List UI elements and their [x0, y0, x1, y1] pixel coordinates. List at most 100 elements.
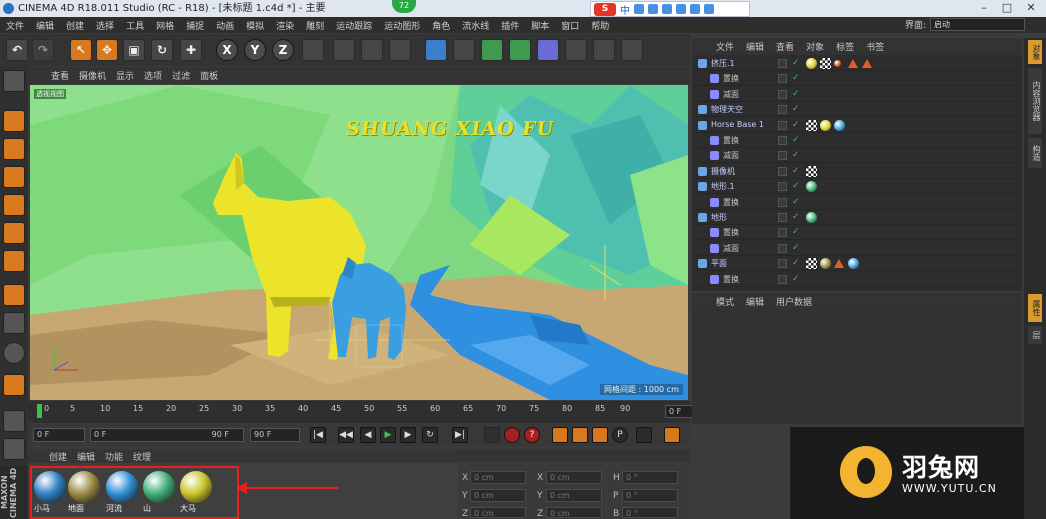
y-axis-lock-button[interactable]: Y: [244, 39, 266, 61]
menu-render[interactable]: 渲染: [270, 19, 300, 32]
menu-create[interactable]: 创建: [60, 19, 90, 32]
menu-snap[interactable]: 捕捉: [180, 19, 210, 32]
position-x-field[interactable]: 0 cm: [470, 471, 526, 484]
points-mode-button[interactable]: [3, 194, 25, 216]
texture-tag-icon[interactable]: [820, 58, 831, 69]
object-row[interactable]: 置换 ✓: [692, 71, 1017, 87]
visibility-toggle[interactable]: [778, 182, 787, 192]
cube-object-button[interactable]: [425, 39, 447, 61]
object-row[interactable]: 挤压.1 ✓: [692, 56, 1017, 71]
texture-tag-icon[interactable]: [806, 119, 817, 131]
object-row[interactable]: 置换 ✓: [692, 133, 1017, 148]
viewport-menu-display[interactable]: 显示: [111, 69, 139, 82]
attribute-menu-mode[interactable]: 模式: [710, 295, 740, 308]
phong-tag-icon[interactable]: [848, 59, 858, 68]
tab-attributes[interactable]: 属性: [1028, 294, 1042, 322]
texture-tag-icon[interactable]: [806, 165, 817, 177]
go-to-end-button[interactable]: ▶|: [452, 427, 468, 443]
rotation-p-field[interactable]: 0 °: [622, 489, 678, 502]
object-menu-tags[interactable]: 标签: [830, 40, 860, 53]
visibility-toggle[interactable]: [778, 197, 787, 207]
prev-frame-button[interactable]: ◀: [360, 427, 376, 443]
polygons-mode-button[interactable]: [3, 250, 25, 272]
playhead[interactable]: [37, 404, 42, 418]
ime-toolbar[interactable]: S 中: [590, 1, 750, 17]
object-menu-objects[interactable]: 对象: [800, 40, 830, 53]
minimize-button[interactable]: –: [973, 0, 995, 17]
edges-mode-button[interactable]: [3, 222, 25, 244]
key-position-button[interactable]: [552, 427, 568, 443]
texture-mode-button[interactable]: [3, 138, 25, 160]
visibility-toggle[interactable]: [778, 151, 787, 161]
next-frame-button[interactable]: ▶: [400, 427, 416, 443]
menu-select[interactable]: 选择: [90, 19, 120, 32]
maximize-button[interactable]: □: [996, 0, 1018, 17]
material-tag-icon[interactable]: [834, 119, 845, 131]
menu-animate[interactable]: 动画: [210, 19, 240, 32]
solo-button[interactable]: [3, 438, 25, 460]
object-row[interactable]: 减面 ✓: [692, 241, 1017, 256]
menu-plugins[interactable]: 插件: [495, 19, 525, 32]
enabled-check-icon[interactable]: ✓: [792, 243, 800, 253]
menu-edit[interactable]: 编辑: [30, 19, 60, 32]
rotation-h-field[interactable]: 0 °: [622, 471, 678, 484]
start-frame-field[interactable]: 0 F: [33, 428, 85, 442]
key-pla-button[interactable]: [636, 427, 652, 443]
object-row[interactable]: 摄像机 ✓: [692, 164, 1017, 179]
size-x-field[interactable]: 0 cm: [546, 471, 602, 484]
phong-tag-icon[interactable]: [862, 59, 872, 68]
visibility-toggle[interactable]: [778, 274, 787, 284]
key-scale-button[interactable]: [572, 427, 588, 443]
menu-mograph[interactable]: 运动图形: [378, 19, 426, 32]
workplane-lock-button[interactable]: [3, 410, 25, 432]
tweak-mode-button[interactable]: [3, 312, 25, 334]
visibility-toggle[interactable]: [778, 120, 787, 130]
skin-icon[interactable]: [690, 4, 700, 14]
z-axis-lock-button[interactable]: Z: [272, 39, 294, 61]
material-swatch[interactable]: [68, 471, 100, 503]
prev-key-button[interactable]: ◀◀: [338, 427, 354, 443]
make-editable-button[interactable]: [3, 70, 25, 92]
object-row[interactable]: 减面 ✓: [692, 87, 1017, 102]
tab-structure[interactable]: 构造: [1028, 138, 1042, 168]
enabled-check-icon[interactable]: ✓: [792, 197, 800, 207]
material-menu-texture[interactable]: 纹理: [128, 450, 156, 463]
layout-select[interactable]: 启动: [930, 18, 1025, 31]
menu-script[interactable]: 脚本: [525, 19, 555, 32]
emoji-icon[interactable]: [648, 4, 658, 14]
menu-window[interactable]: 窗口: [555, 19, 585, 32]
visibility-toggle[interactable]: [778, 136, 787, 145]
enabled-check-icon[interactable]: ✓: [792, 258, 800, 268]
snap-button[interactable]: [3, 342, 25, 364]
undo-button[interactable]: ↶: [6, 39, 28, 61]
object-row[interactable]: 平面 ✓: [692, 256, 1017, 272]
render-settings-button[interactable]: [389, 39, 411, 61]
material-swatch[interactable]: [180, 471, 212, 503]
enabled-check-icon[interactable]: ✓: [792, 166, 800, 176]
enabled-check-icon[interactable]: ✓: [792, 274, 800, 284]
enabled-check-icon[interactable]: ✓: [792, 150, 800, 160]
enabled-check-icon[interactable]: ✓: [792, 212, 800, 222]
tab-layers[interactable]: 层: [1028, 326, 1042, 344]
texture-tag-icon[interactable]: [806, 258, 817, 270]
camera-button[interactable]: [593, 39, 615, 61]
material-tag-icon[interactable]: [806, 181, 817, 193]
enabled-check-icon[interactable]: ✓: [792, 58, 800, 68]
attribute-menu-edit[interactable]: 编辑: [740, 295, 770, 308]
object-row[interactable]: 置换 ✓: [692, 195, 1017, 210]
attribute-menu-user-data[interactable]: 用户数据: [770, 295, 818, 308]
position-z-field[interactable]: 0 cm: [470, 507, 526, 518]
object-row[interactable]: 置换 ✓: [692, 272, 1017, 287]
menu-mesh[interactable]: 网格: [150, 19, 180, 32]
go-to-start-button[interactable]: |◀: [310, 427, 326, 443]
visibility-toggle[interactable]: [778, 259, 787, 269]
visibility-toggle[interactable]: [778, 228, 787, 238]
material-tag-icon[interactable]: [806, 212, 817, 223]
material-tag-icon[interactable]: [848, 258, 859, 270]
phong-tag-icon[interactable]: [834, 259, 844, 269]
menu-motion-tracking[interactable]: 运动跟踪: [330, 19, 378, 32]
material-menu-edit[interactable]: 编辑: [72, 450, 100, 463]
keyframe-link-button[interactable]: [484, 427, 500, 443]
live-select-button[interactable]: ↖: [70, 39, 92, 61]
move-button[interactable]: ✥: [96, 39, 118, 61]
